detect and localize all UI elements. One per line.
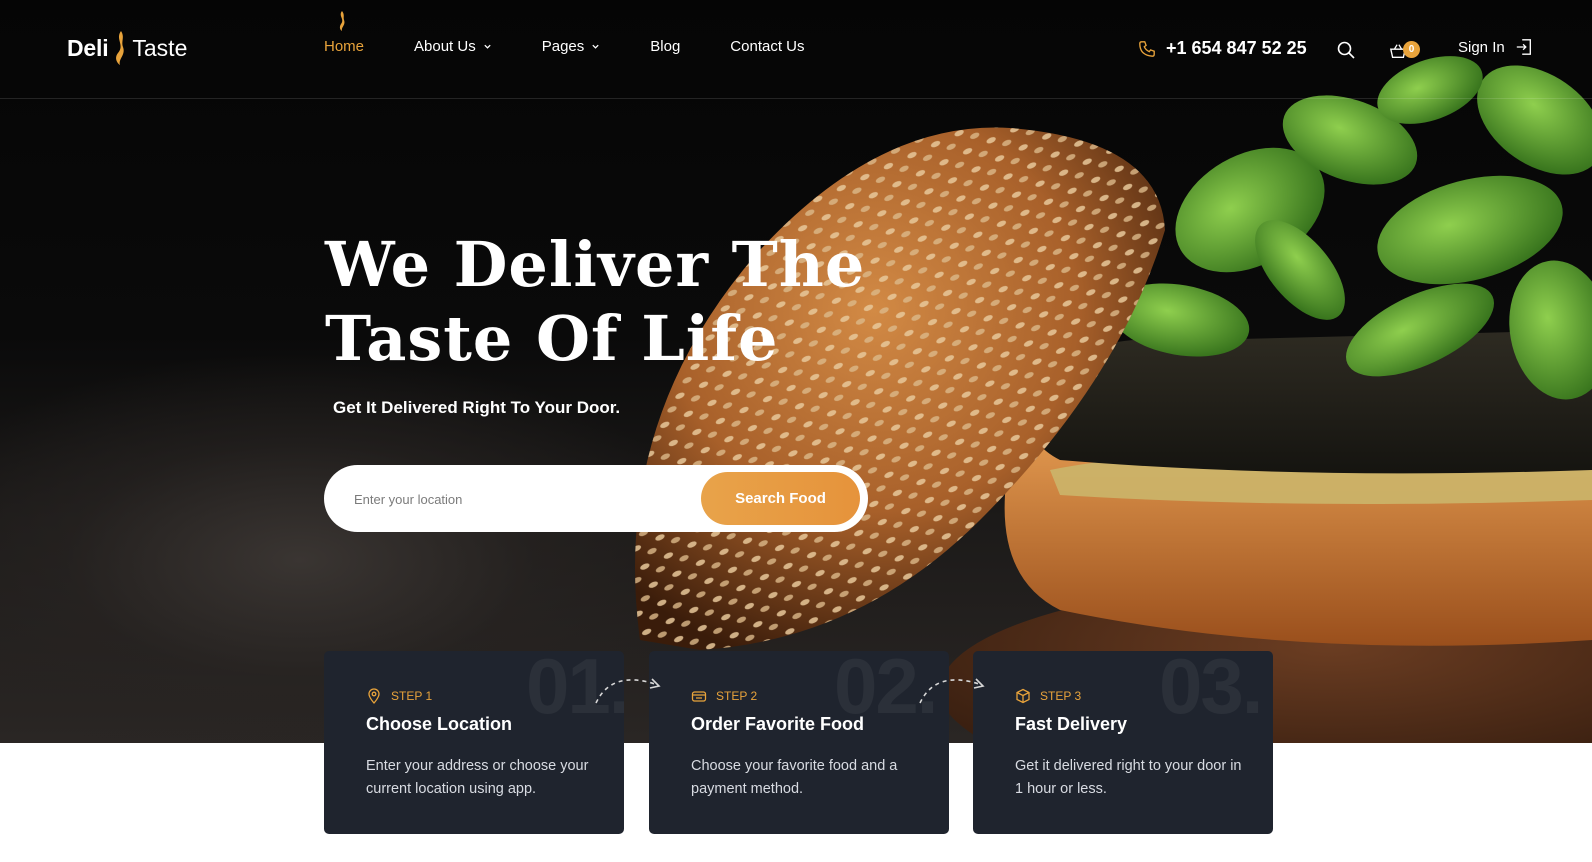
sign-in-link[interactable]: Sign In xyxy=(1458,38,1533,56)
step-label: STEP 3 xyxy=(1015,688,1081,704)
step-card-1: 01. STEP 1 Choose Location Enter your ad… xyxy=(324,651,624,834)
nav-item-contact-us[interactable]: Contact Us xyxy=(730,38,804,55)
step-label-text: STEP 3 xyxy=(1040,689,1082,703)
nav-item-label: Home xyxy=(324,38,365,55)
step-card-3: 03. STEP 3 Fast Delivery Get it delivere… xyxy=(973,651,1273,834)
sign-in-label: Sign In xyxy=(1458,38,1505,56)
nav-item-blog[interactable]: Blog xyxy=(650,38,680,55)
step-label: STEP 1 xyxy=(366,688,432,704)
hero-title-line-2: Taste Of Life xyxy=(325,302,779,375)
nav-item-label: Blog xyxy=(650,38,681,55)
cart-count-badge: 0 xyxy=(1403,41,1420,58)
hero-subtitle: Get It Delivered Right To Your Door. xyxy=(333,398,621,417)
logo[interactable]: Deli Taste xyxy=(67,28,187,68)
site-header: Deli Taste Home About Us Pages Blog Cont… xyxy=(0,0,1592,99)
flame-icon xyxy=(116,31,125,65)
location-input[interactable] xyxy=(354,485,674,513)
phone-icon xyxy=(1139,40,1155,57)
logo-text-bold: Deli xyxy=(67,34,109,61)
step-description: Choose your favorite food and a payment … xyxy=(691,758,898,797)
step-description: Enter your address or choose your curren… xyxy=(366,758,589,797)
nav-item-pages[interactable]: Pages xyxy=(542,38,601,55)
location-pin-icon xyxy=(368,688,380,704)
chevron-down-icon xyxy=(484,44,491,49)
package-icon xyxy=(1016,688,1030,704)
nav-item-label: Contact Us xyxy=(730,38,805,55)
nav-item-label: About Us xyxy=(414,38,476,55)
hero-title-line-1: We Deliver The xyxy=(325,228,866,301)
sign-in-icon xyxy=(1516,39,1531,55)
step-label-text: STEP 2 xyxy=(716,689,758,703)
cart-button[interactable]: 0 xyxy=(1389,38,1423,62)
dashed-arrow-icon xyxy=(919,678,985,704)
chevron-down-icon xyxy=(592,44,599,49)
step-description: Get it delivered right to your door in 1… xyxy=(1015,758,1242,797)
location-search-form: Search Food xyxy=(324,465,868,532)
step-label-text: STEP 1 xyxy=(391,689,433,703)
phone-link[interactable]: +1 654 847 52 25 xyxy=(1138,38,1307,59)
food-box-icon xyxy=(691,691,707,702)
step-card-2: 02. STEP 2 Order Favorite Food Choose yo… xyxy=(649,651,949,834)
step-label: STEP 2 xyxy=(691,688,757,704)
nav-item-about-us[interactable]: About Us xyxy=(414,38,492,55)
hero-title: We Deliver The Taste Of Life xyxy=(325,228,945,376)
search-food-button[interactable]: Search Food xyxy=(701,472,860,525)
flame-icon xyxy=(339,11,345,31)
step-number: 03. xyxy=(1159,651,1263,730)
step-title: Fast Delivery xyxy=(1015,714,1128,734)
step-title: Choose Location xyxy=(366,714,513,734)
main-nav: Home About Us Pages Blog Contact Us xyxy=(324,11,855,55)
search-icon[interactable] xyxy=(1336,40,1356,60)
nav-item-label: Pages xyxy=(541,38,585,55)
dashed-arrow-icon xyxy=(595,678,661,704)
nav-item-home[interactable]: Home xyxy=(324,11,365,55)
phone-number: +1 654 847 52 25 xyxy=(1166,38,1307,58)
logo-text-light: Taste xyxy=(132,34,188,61)
step-title: Order Favorite Food xyxy=(691,714,865,734)
